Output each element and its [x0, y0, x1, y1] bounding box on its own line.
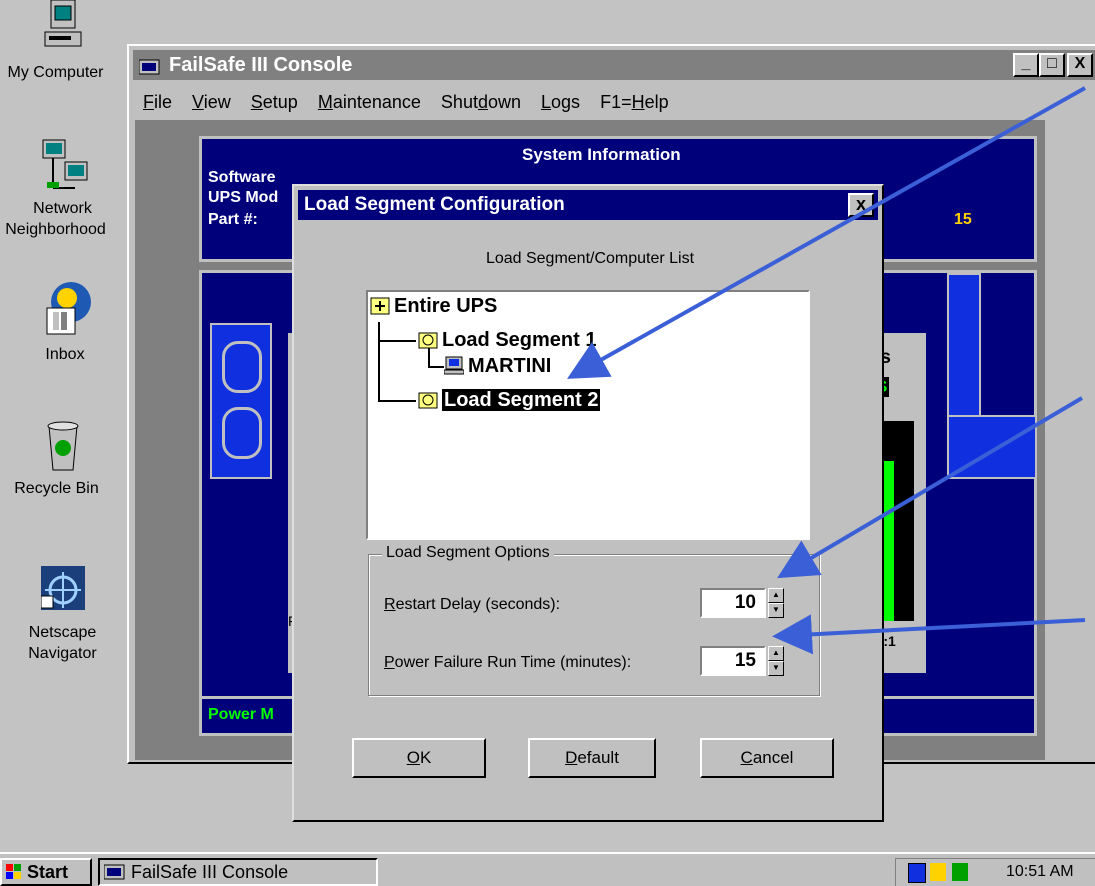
console-app-icon — [103, 863, 126, 881]
annotation-arrow — [772, 614, 1086, 655]
desktop: My Computer Network Neighborhood Inbox R… — [0, 0, 1095, 852]
clock: 10:51 AM — [1006, 863, 1074, 880]
taskbar-item-label: FailSafe III Console — [131, 862, 289, 882]
start-button[interactable]: Start — [0, 858, 92, 886]
volume-icon[interactable] — [930, 863, 946, 881]
taskbar: Start FailSafe III Console 10:51 AM — [0, 852, 1095, 886]
network-tray-icon[interactable] — [952, 863, 968, 881]
annotation-arrow — [567, 86, 1086, 379]
annotation-arrow — [777, 396, 1084, 579]
shield-icon[interactable] — [908, 863, 926, 883]
system-tray: 10:51 AM — [895, 858, 1095, 886]
start-label: Start — [27, 862, 69, 882]
taskbar-item-console[interactable]: FailSafe III Console — [98, 858, 378, 886]
windows-logo-icon — [6, 862, 22, 879]
annotation-arrows — [567, 86, 1086, 655]
